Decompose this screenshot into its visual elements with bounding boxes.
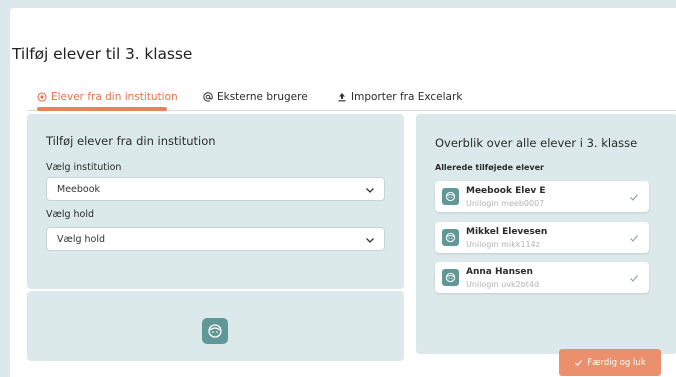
face-icon	[445, 232, 456, 243]
check-icon	[630, 194, 638, 201]
student-name: Meebook Elev E	[466, 186, 546, 196]
hold-select-value: Vælg hold	[57, 233, 106, 245]
at-icon	[203, 92, 213, 102]
overview-panel: Overblik over alle elever i 3. klasse Al…	[416, 114, 676, 354]
active-tab-indicator	[37, 107, 167, 111]
student-name: Anna Hansen	[466, 267, 533, 277]
institution-label: Vælg institution	[46, 162, 122, 173]
tab-label: Importer fra Excelark	[351, 91, 463, 103]
student-card[interactable]: Anna Hansen Unilogin uvk2bt4d	[435, 262, 649, 293]
modal-dialog: Tilføj elever til 3. klasse Elever fra d…	[10, 8, 676, 377]
done-and-close-button[interactable]: Færdig og luk	[559, 349, 661, 376]
check-icon	[630, 275, 638, 282]
student-unilogin: Unilogin mikk114z	[466, 240, 540, 249]
already-added-heading: Allerede tilføjede elever	[435, 163, 544, 172]
student-avatar-icon	[202, 318, 228, 344]
panel-title: Overblik over alle elever i 3. klasse	[435, 136, 638, 150]
student-unilogin: Unilogin uvk2bt4d	[466, 280, 540, 289]
face-icon	[208, 324, 222, 338]
tab-label: Elever fra din institution	[51, 91, 178, 103]
avatar	[442, 229, 459, 246]
student-card[interactable]: Meebook Elev E Unilogin meeb0007	[435, 181, 649, 212]
tab-institution[interactable]: Elever fra din institution	[37, 91, 178, 103]
chevron-down-icon	[366, 188, 374, 193]
panel-title: Tilføj elever fra din institution	[46, 134, 216, 148]
check-icon	[630, 235, 638, 242]
tab-import-excel[interactable]: Importer fra Excelark	[337, 91, 462, 103]
upload-icon	[338, 93, 346, 102]
avatar	[442, 188, 459, 205]
hold-label: Vælg hold	[46, 209, 95, 220]
student-unilogin: Unilogin meeb0007	[466, 199, 545, 208]
tab-bar: Elever fra din institution Eksterne brug…	[27, 82, 676, 111]
done-button-label: Færdig og luk	[587, 357, 646, 368]
chevron-down-icon	[366, 238, 374, 243]
students-list-panel	[27, 291, 404, 361]
face-icon	[445, 272, 456, 283]
check-icon	[575, 359, 583, 367]
tab-label: Eksterne brugere	[217, 91, 308, 103]
avatar	[442, 269, 459, 286]
institution-select[interactable]: Meebook	[46, 177, 385, 201]
target-icon	[37, 92, 47, 102]
modal-title: Tilføj elever til 3. klasse	[12, 45, 193, 63]
student-name: Mikkel Elevesen	[466, 227, 548, 237]
student-card[interactable]: Mikkel Elevesen Unilogin mikk114z	[435, 222, 649, 253]
tab-external-users[interactable]: Eksterne brugere	[203, 91, 308, 103]
institution-panel: Tilføj elever fra din institution Vælg i…	[27, 114, 404, 289]
face-icon	[445, 191, 456, 202]
hold-select[interactable]: Vælg hold	[46, 227, 385, 251]
institution-select-value: Meebook	[57, 183, 101, 195]
